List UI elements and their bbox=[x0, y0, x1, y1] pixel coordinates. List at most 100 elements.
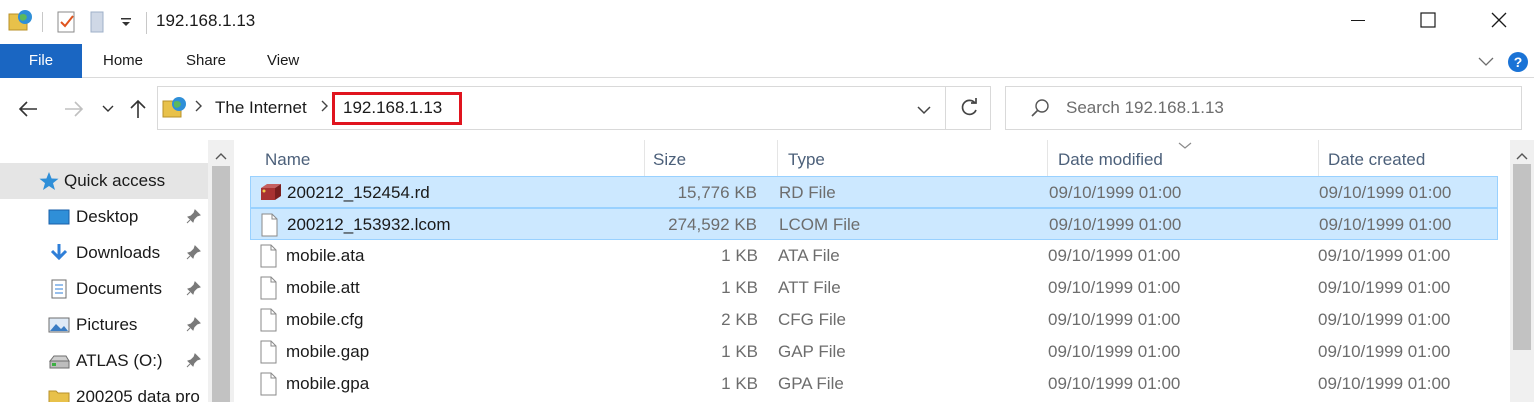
file-icon bbox=[258, 340, 278, 369]
sidebar-item-documents[interactable]: Documents bbox=[0, 271, 208, 307]
file-name: 200212_152454.rd bbox=[287, 183, 430, 202]
close-button[interactable] bbox=[1464, 0, 1534, 44]
breadcrumb-the-internet[interactable]: The Internet bbox=[215, 98, 307, 118]
column-header-type[interactable]: Type bbox=[788, 150, 825, 170]
tab-view[interactable]: View bbox=[267, 44, 299, 78]
up-arrow-icon[interactable] bbox=[126, 97, 150, 121]
sidebar-item-label: 200205 data pro bbox=[76, 387, 200, 402]
star-icon bbox=[38, 171, 60, 191]
folder-icon bbox=[48, 387, 70, 402]
file-date-created: 09/10/1999 01:00 bbox=[1318, 246, 1451, 265]
file-name: mobile.gpa bbox=[286, 374, 370, 393]
address-dropdown-icon[interactable] bbox=[916, 101, 932, 121]
file-date-modified: 09/10/1999 01:00 bbox=[1048, 278, 1181, 297]
table-row[interactable]: 200212_153932.lcom 274,592 KB LCOM File … bbox=[250, 208, 1498, 240]
sidebar-item-quick-access[interactable]: Quick access bbox=[0, 163, 208, 199]
file-icon bbox=[258, 372, 278, 401]
sidebar-item-label: Downloads bbox=[76, 243, 161, 262]
file-icon bbox=[258, 308, 278, 337]
file-size: 274,592 KB bbox=[668, 215, 757, 234]
file-name: 200212_153932.lcom bbox=[287, 215, 451, 234]
pin-icon[interactable] bbox=[186, 280, 202, 301]
file-date-created: 09/10/1999 01:00 bbox=[1318, 310, 1451, 329]
table-row[interactable]: mobile.ata 1 KB ATA File 09/10/1999 01:0… bbox=[250, 240, 1498, 272]
close-icon bbox=[1491, 12, 1507, 33]
minimize-button[interactable] bbox=[1323, 0, 1393, 44]
file-type: ATT File bbox=[778, 278, 841, 297]
file-size: 2 KB bbox=[721, 310, 758, 329]
back-arrow-icon[interactable] bbox=[14, 97, 42, 121]
column-header-date-modified[interactable]: Date modified bbox=[1058, 150, 1163, 170]
customize-dropdown-icon[interactable] bbox=[120, 14, 132, 34]
file-type: ATA File bbox=[778, 246, 840, 265]
search-box[interactable]: Search 192.168.1.13 bbox=[1005, 86, 1522, 130]
recent-locations-icon[interactable] bbox=[100, 97, 116, 121]
sidebar-item-folder[interactable]: 200205 data pro bbox=[0, 379, 208, 402]
file-date-created: 09/10/1999 01:00 bbox=[1318, 278, 1451, 297]
breadcrumb-separator-icon[interactable] bbox=[321, 99, 329, 116]
search-input[interactable]: Search 192.168.1.13 bbox=[1066, 98, 1224, 118]
sidebar-item-atlas[interactable]: ATLAS (O:) bbox=[0, 343, 208, 379]
forward-arrow-icon[interactable] bbox=[60, 97, 88, 121]
maximize-icon bbox=[1420, 11, 1436, 33]
file-date-modified: 09/10/1999 01:00 bbox=[1049, 183, 1182, 202]
pin-icon[interactable] bbox=[186, 244, 202, 265]
sidebar-item-downloads[interactable]: Downloads bbox=[0, 235, 208, 271]
column-header-name[interactable]: Name bbox=[265, 150, 310, 170]
file-name: mobile.att bbox=[286, 278, 360, 297]
table-row[interactable]: mobile.gpa 1 KB GPA File 09/10/1999 01:0… bbox=[250, 368, 1498, 402]
scroll-up-icon[interactable] bbox=[215, 146, 227, 166]
file-size: 1 KB bbox=[721, 278, 758, 297]
file-list-scrollbar[interactable] bbox=[1510, 140, 1534, 402]
file-size: 1 KB bbox=[721, 246, 758, 265]
file-date-modified: 09/10/1999 01:00 bbox=[1048, 246, 1181, 265]
file-date-modified: 09/10/1999 01:00 bbox=[1049, 215, 1182, 234]
file-date-created: 09/10/1999 01:00 bbox=[1318, 342, 1451, 361]
file-type: RD File bbox=[779, 183, 836, 202]
scrollbar-thumb[interactable] bbox=[212, 166, 230, 402]
column-header-size[interactable]: Size bbox=[653, 150, 686, 170]
help-button[interactable]: ? bbox=[1508, 52, 1528, 72]
file-name: mobile.cfg bbox=[286, 310, 364, 329]
pin-icon[interactable] bbox=[186, 352, 202, 373]
sidebar-scrollbar[interactable] bbox=[208, 140, 234, 402]
sidebar-item-pictures[interactable]: Pictures bbox=[0, 307, 208, 343]
network-location-icon bbox=[162, 95, 188, 126]
table-row[interactable]: mobile.cfg 2 KB CFG File 09/10/1999 01:0… bbox=[250, 304, 1498, 336]
scrollbar-thumb[interactable] bbox=[1513, 164, 1531, 350]
breadcrumb-current[interactable]: 192.168.1.13 bbox=[343, 98, 442, 118]
table-row[interactable]: mobile.gap 1 KB GAP File 09/10/1999 01:0… bbox=[250, 336, 1498, 368]
address-bar[interactable]: The Internet 192.168.1.13 bbox=[157, 86, 991, 130]
pin-icon[interactable] bbox=[186, 208, 202, 229]
sidebar-item-desktop[interactable]: Desktop bbox=[0, 199, 208, 235]
breadcrumb-separator-icon[interactable] bbox=[195, 99, 203, 116]
title-bar: 192.168.1.13 bbox=[0, 0, 1534, 44]
file-size: 15,776 KB bbox=[677, 183, 757, 202]
table-row[interactable]: mobile.att 1 KB ATT File 09/10/1999 01:0… bbox=[250, 272, 1498, 304]
file-size: 1 KB bbox=[721, 342, 758, 361]
column-header-date-created[interactable]: Date created bbox=[1328, 150, 1425, 170]
file-date-created: 09/10/1999 01:00 bbox=[1319, 183, 1452, 202]
tab-file[interactable]: File bbox=[0, 44, 82, 78]
file-type: GPA File bbox=[778, 374, 844, 393]
pin-icon[interactable] bbox=[186, 316, 202, 337]
file-icon bbox=[258, 276, 278, 305]
sidebar-item-label: Pictures bbox=[76, 315, 138, 334]
sidebar-item-label: Desktop bbox=[76, 207, 139, 226]
file-size: 1 KB bbox=[721, 374, 758, 393]
file-name: mobile.ata bbox=[286, 246, 365, 265]
tab-share[interactable]: Share bbox=[186, 44, 226, 78]
window-title: 192.168.1.13 bbox=[156, 11, 256, 30]
rd-file-icon bbox=[259, 181, 283, 208]
scroll-up-icon[interactable] bbox=[1516, 146, 1528, 166]
expand-ribbon-icon[interactable] bbox=[1477, 53, 1495, 73]
refresh-icon[interactable] bbox=[958, 97, 980, 124]
table-row[interactable]: 200212_152454.rd 15,776 KB RD File 09/10… bbox=[250, 176, 1498, 208]
file-type: CFG File bbox=[778, 310, 846, 329]
file-date-modified: 09/10/1999 01:00 bbox=[1048, 310, 1181, 329]
properties-icon[interactable] bbox=[56, 10, 78, 39]
new-folder-icon[interactable] bbox=[88, 10, 106, 39]
desktop-icon bbox=[48, 207, 70, 227]
tab-home[interactable]: Home bbox=[103, 44, 143, 78]
maximize-button[interactable] bbox=[1393, 0, 1463, 44]
